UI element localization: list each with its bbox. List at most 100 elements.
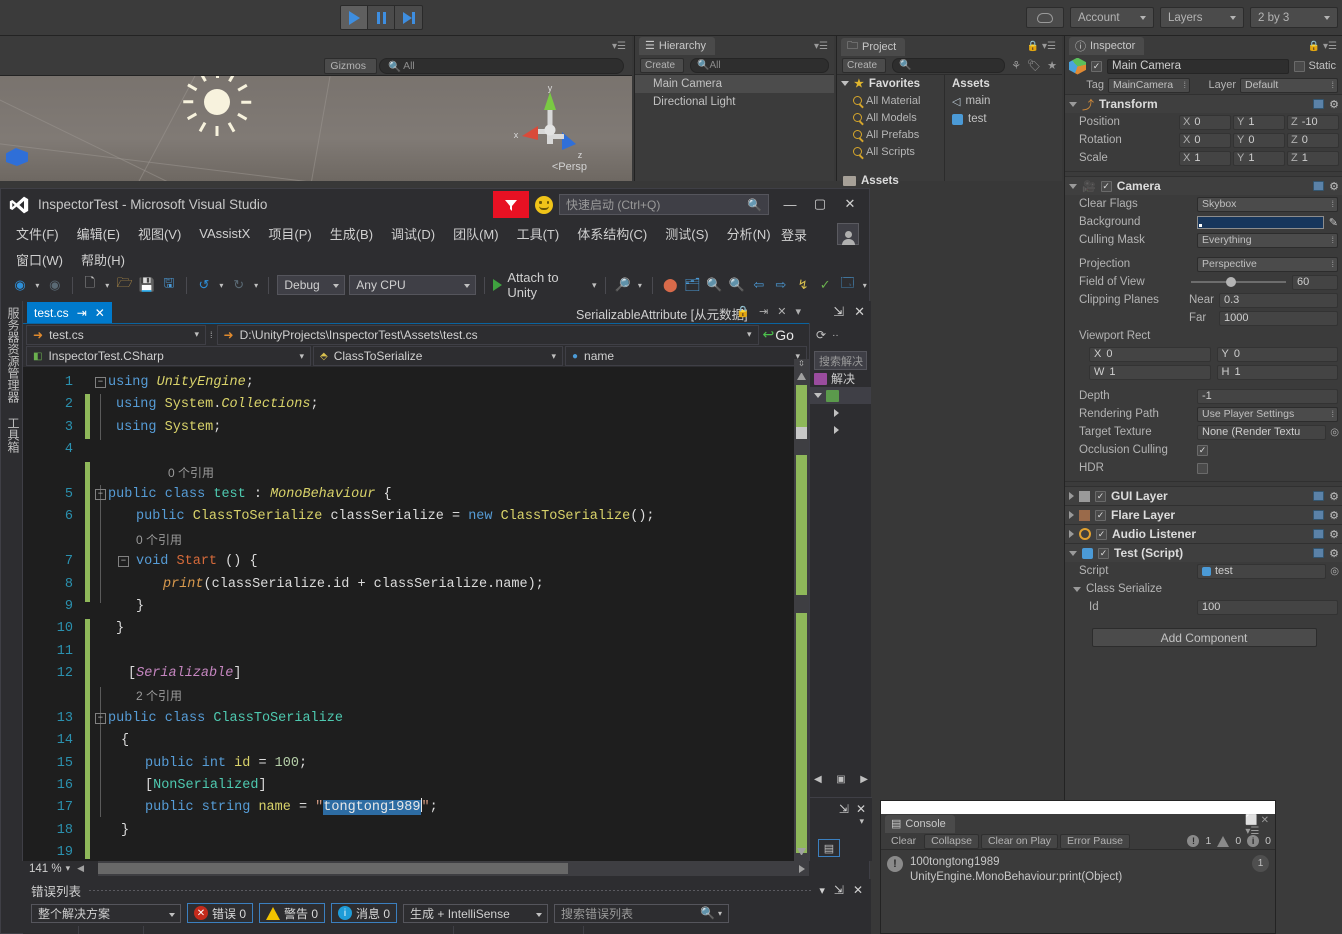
- position-x-input[interactable]: X0: [1179, 114, 1231, 130]
- nav-forward-icon[interactable]: ▶: [860, 774, 868, 785]
- gear-icon[interactable]: ⚙: [1329, 547, 1339, 560]
- project-favorite-icon[interactable]: ★: [1047, 59, 1057, 72]
- component-test-script-header[interactable]: ✓ Test (Script) ⚙: [1065, 543, 1342, 562]
- hdr-checkbox[interactable]: [1197, 462, 1208, 474]
- undo-dropdown-icon[interactable]: ▾: [217, 276, 226, 295]
- find-icon[interactable]: 🔎: [613, 276, 631, 295]
- viewport-w-input[interactable]: W1: [1089, 364, 1211, 380]
- refresh-icon[interactable]: ⟳: [816, 328, 826, 342]
- rotation-x-input[interactable]: X0: [1179, 132, 1231, 148]
- foldout-icon[interactable]: [1069, 550, 1077, 556]
- culling-mask-dropdown[interactable]: Everything: [1197, 232, 1338, 248]
- tab-hierarchy[interactable]: ☰ Hierarchy: [639, 36, 715, 55]
- properties-dock-icons[interactable]: ⇲ ✕: [810, 798, 872, 816]
- path-nav-combo[interactable]: ➜ D:\UnityProjects\InspectorTest\Assets\…: [216, 324, 759, 345]
- console-log-entry[interactable]: ! 100tongtong1989 UnityEngine.MonoBehavi…: [881, 850, 1275, 890]
- toolbar-overflow-icon[interactable]: ▾: [860, 276, 869, 295]
- build-intellisense-combo[interactable]: 生成 + IntelliSense: [403, 903, 549, 923]
- scale-z-input[interactable]: Z1: [1287, 150, 1339, 166]
- position-y-input[interactable]: Y1: [1233, 114, 1285, 130]
- tab-project[interactable]: 🗀 Project: [841, 37, 906, 56]
- smiley-icon[interactable]: [535, 195, 553, 214]
- step-button[interactable]: [395, 6, 422, 29]
- object-name-input[interactable]: Main Camera: [1107, 58, 1290, 74]
- static-checkbox[interactable]: [1294, 60, 1306, 72]
- close-icon[interactable]: ✕: [777, 305, 786, 318]
- toolbox-tab[interactable]: 工具箱: [1, 417, 22, 453]
- open-file-icon[interactable]: 🗁: [116, 275, 134, 295]
- feedback-icon[interactable]: [493, 191, 529, 218]
- properties-categorized-button[interactable]: ▤: [818, 839, 840, 857]
- pane-dock-icons[interactable]: ⇲ ✕: [833, 304, 865, 320]
- target-texture-input[interactable]: None (Render Textu: [1197, 424, 1327, 440]
- occlusion-checkbox[interactable]: ✓: [1197, 444, 1208, 456]
- hierarchy-search-input[interactable]: 🔍 All: [690, 57, 829, 73]
- minimize-button[interactable]: —: [775, 191, 805, 217]
- project-asset-main[interactable]: ◁ main: [945, 92, 1062, 110]
- component-actions[interactable]: ⚙: [1313, 547, 1339, 560]
- vassist-find-next-icon[interactable]: 🔍: [728, 276, 746, 295]
- chevron-down-icon[interactable]: ▾: [819, 884, 825, 897]
- project-child-node-2[interactable]: [810, 421, 871, 438]
- code-editor[interactable]: 1− using UnityEngine; 2 using System.Colle…: [23, 359, 809, 861]
- error-scope-combo[interactable]: 整个解决方案: [31, 903, 181, 923]
- console-collapse-button[interactable]: Collapse: [924, 833, 979, 849]
- build-configuration-combo[interactable]: Debug: [277, 275, 346, 295]
- project-asset-test[interactable]: test: [945, 110, 1062, 128]
- scale-y-input[interactable]: Y1: [1233, 150, 1285, 166]
- editor-zoom-level[interactable]: 141 % ▾ ◀: [23, 861, 98, 876]
- add-component-button[interactable]: Add Component: [1091, 628, 1317, 647]
- object-picker-icon[interactable]: ◎: [1330, 427, 1339, 438]
- scene-projection-label[interactable]: <Persp: [552, 161, 587, 173]
- errors-filter-button[interactable]: ✕ 错误 0: [187, 903, 254, 923]
- avatar[interactable]: [837, 223, 859, 245]
- menu-build[interactable]: 生成(B): [321, 221, 382, 246]
- depth-input[interactable]: -1: [1197, 388, 1338, 404]
- menu-team[interactable]: 团队(M): [444, 221, 508, 246]
- vassist-goto-prev-icon[interactable]: ⇦: [750, 276, 768, 295]
- project-assets-root[interactable]: Assets: [837, 172, 944, 189]
- solution-node[interactable]: 解决: [810, 370, 871, 387]
- vassist-goto-next-icon[interactable]: ⇨: [772, 276, 790, 295]
- clear-flags-dropdown[interactable]: Skybox: [1197, 196, 1338, 212]
- foldout-icon[interactable]: [1069, 101, 1077, 107]
- overflow-icon[interactable]: ··: [832, 330, 839, 341]
- eyedropper-icon[interactable]: ✎: [1329, 216, 1338, 229]
- pin-icon[interactable]: ⇲: [833, 304, 844, 320]
- project-options-icon[interactable]: 🔒 ▾☰: [1027, 41, 1056, 52]
- project-favorites-header[interactable]: ★ Favorites: [837, 75, 944, 92]
- scene-search-input[interactable]: 🔍 All: [379, 58, 624, 74]
- chevron-down-icon[interactable]: ▾: [795, 305, 801, 318]
- navigate-backward-icon[interactable]: ◉: [11, 276, 29, 295]
- quick-launch-input[interactable]: 快速启动 (Ctrl+Q) 🔍: [559, 194, 769, 215]
- menu-view[interactable]: 视图(V): [129, 221, 190, 246]
- error-search-input[interactable]: 搜索错误列表 🔍 ▾: [554, 903, 730, 923]
- project-favorite-all-models[interactable]: All Models: [837, 109, 944, 126]
- hierarchy-create-button[interactable]: Create: [640, 57, 685, 73]
- help-icon[interactable]: [1313, 181, 1325, 191]
- account-button[interactable]: Account: [1070, 7, 1154, 28]
- viewport-h-input[interactable]: H1: [1216, 364, 1338, 380]
- gear-icon[interactable]: ⚙: [1329, 528, 1339, 541]
- layers-button[interactable]: Layers: [1160, 7, 1244, 28]
- preview-tab-icon[interactable]: ⇥: [759, 305, 768, 318]
- menu-tools[interactable]: 工具(T): [508, 221, 569, 246]
- foldout-icon[interactable]: [1073, 586, 1081, 592]
- close-icon[interactable]: ✕: [95, 306, 105, 320]
- layout-button[interactable]: 2 by 3: [1250, 7, 1338, 28]
- foldout-icon[interactable]: [1069, 183, 1077, 189]
- help-icon[interactable]: [1313, 99, 1325, 109]
- menu-architecture[interactable]: 体系结构(C): [568, 221, 656, 246]
- pin-icon[interactable]: ⇲: [839, 802, 849, 816]
- component-actions[interactable]: ⚙: [1313, 490, 1339, 503]
- static-toggle[interactable]: Static: [1294, 60, 1339, 72]
- new-project-icon[interactable]: 🗋: [81, 275, 99, 295]
- menu-edit[interactable]: 编辑(E): [68, 221, 129, 246]
- gear-icon[interactable]: ⚙: [1329, 180, 1339, 193]
- help-icon[interactable]: [1313, 529, 1325, 539]
- component-actions[interactable]: ⚙: [1313, 509, 1339, 522]
- camera-enabled-checkbox[interactable]: ✓: [1100, 180, 1112, 192]
- editor-hscroll-thumb[interactable]: [98, 863, 568, 874]
- help-icon[interactable]: [1313, 548, 1325, 558]
- properties-overflow-icon[interactable]: ▾: [810, 816, 872, 827]
